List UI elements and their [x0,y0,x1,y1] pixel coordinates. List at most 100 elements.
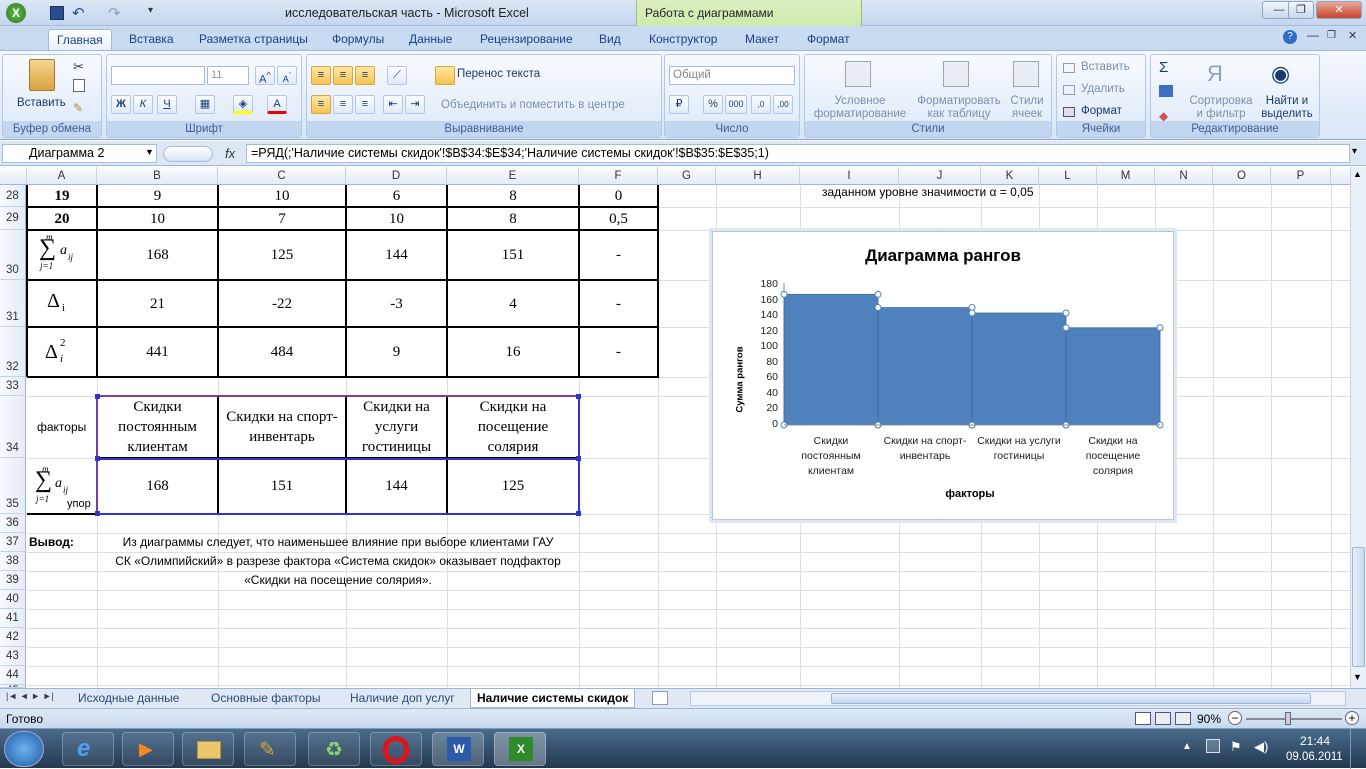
currency-icon[interactable]: ₽ [669,95,689,114]
orientation-icon[interactable]: ⟋ [387,66,407,85]
word-icon[interactable]: W [432,732,484,766]
conclusion-label[interactable]: Вывод: [29,535,74,549]
delete-cells-button[interactable]: Удалить [1081,83,1125,95]
table-cell[interactable]: 151 [447,230,579,280]
customize-qat-icon[interactable]: ▾ [148,5,153,16]
ribbon-close-icon[interactable]: ✕ [1348,29,1357,42]
fill-color-icon[interactable]: ◈ [233,95,253,114]
row-header[interactable]: 32 [0,327,26,377]
cell-styles-button[interactable]: Стили ячеек [1005,95,1049,121]
save-icon[interactable] [50,6,64,20]
row-header[interactable]: 39 [0,571,26,590]
column-header[interactable]: O [1213,167,1271,185]
table-cell[interactable]: - [579,230,658,280]
table-cell[interactable]: 484 [218,327,346,377]
italic-button[interactable]: К [133,95,153,114]
table-cell[interactable]: 19 [27,185,97,207]
chart-object[interactable]: Диаграмма рангов Сумма рангов факторы 02… [710,229,1174,521]
column-header[interactable]: E [447,167,579,185]
zoom-in-icon[interactable]: + [1345,711,1359,725]
table-cell[interactable]: 441 [97,327,218,377]
factor-header-cell[interactable]: Скидки на спорт-инвентарь [220,396,344,458]
scroll-up-icon[interactable]: ▲ [1353,169,1362,179]
significance-note[interactable]: заданном уровне значимости α = 0,05 [822,185,1034,199]
format-cells-button[interactable]: Формат [1081,105,1122,117]
table-cell[interactable]: - [579,280,658,327]
tab-layout[interactable]: Макет [737,29,787,50]
table-cell[interactable]: 144 [346,230,447,280]
row-header[interactable]: 42 [0,628,26,647]
sheet-tab[interactable]: Исходные данные [72,689,185,708]
sort-filter-icon[interactable]: Я [1207,61,1233,87]
insert-function-button[interactable]: fx [225,146,235,161]
selection-point-handle[interactable] [780,290,788,298]
table-cell[interactable]: 6 [346,185,447,207]
close-button[interactable]: ✕ [1316,1,1362,19]
percent-button[interactable]: % [703,95,723,114]
underline-button[interactable]: Ч [157,95,177,114]
table-cell[interactable]: 10 [97,207,218,230]
row-header[interactable]: 35 [0,458,26,514]
factor-value-cell[interactable]: 168 [97,458,218,514]
column-header[interactable]: G [658,167,716,185]
factor-value-cell[interactable]: 125 [447,458,579,514]
name-box[interactable]: Диаграмма 2 [2,144,157,163]
zoom-out-icon[interactable]: − [1228,711,1242,725]
paste-icon[interactable] [29,59,55,91]
merge-center-button[interactable]: Объединить и поместить в центре [441,99,625,111]
table-cell[interactable]: -3 [346,280,447,327]
format-painter-icon[interactable]: ✎ [73,101,83,115]
table-cell[interactable]: -22 [218,280,346,327]
column-header[interactable]: B [97,167,218,185]
chart-resize-handle[interactable]: · [941,515,947,521]
excel-taskbar-icon[interactable]: X [494,732,546,766]
selection-point-handle[interactable] [874,304,882,312]
column-header[interactable]: P [1271,167,1331,185]
chart-resize-handle[interactable]: · [710,372,716,378]
insert-cells-button[interactable]: Вставить [1081,61,1130,73]
page-break-view-icon[interactable] [1175,712,1191,725]
redo-icon[interactable]: ↷ [108,4,121,22]
recycle-app-icon[interactable]: ♻ [308,732,360,766]
row-header[interactable]: 40 [0,590,26,609]
wrap-text-icon[interactable] [435,66,455,85]
align-bottom-icon[interactable]: ≡ [355,66,375,85]
start-button[interactable] [4,731,44,767]
autosum-button[interactable]: Σ [1159,59,1168,76]
conditional-format-icon[interactable] [845,61,871,87]
column-header[interactable]: N [1155,167,1213,185]
tray-flag-icon[interactable]: ⚑ [1230,739,1242,755]
increase-decimal-icon[interactable]: ,0 [751,95,771,114]
table-cell[interactable]: 21 [97,280,218,327]
tab-home[interactable]: Главная [48,29,112,50]
selection-point-handle[interactable] [1062,324,1070,332]
borders-icon[interactable]: ▦ [195,95,215,114]
align-right-icon[interactable]: ≡ [355,95,375,114]
tab-format[interactable]: Формат [799,29,858,50]
selection-point-handle[interactable] [874,290,882,298]
internet-explorer-icon[interactable]: e [62,732,114,766]
row-header[interactable]: 28 [0,185,26,207]
tab-review[interactable]: Рецензирование [472,29,581,50]
selection-point-handle[interactable] [1062,309,1070,317]
table-cell[interactable]: 125 [218,230,346,280]
area-segment[interactable] [783,293,879,426]
column-header[interactable]: F [579,167,658,185]
table-cell[interactable]: 10 [346,207,447,230]
bold-button[interactable]: Ж [111,95,131,114]
tab-formulas[interactable]: Формулы [324,29,392,50]
thousands-button[interactable]: 000 [725,95,747,114]
font-name-box[interactable] [111,66,205,85]
restore-button[interactable]: ❐ [1288,1,1314,19]
excel-logo-icon[interactable]: X [6,3,26,23]
tray-volume-icon[interactable]: ◀) [1254,739,1268,755]
sheet-tab[interactable]: Наличие доп услуг [344,689,461,708]
tray-time[interactable]: 21:44 [1300,734,1330,748]
table-cell[interactable]: 168 [97,230,218,280]
factor-header-cell[interactable]: Скидки постоянным клиентам [99,396,216,458]
tab-insert[interactable]: Вставка [121,29,182,50]
factor-header-cell[interactable]: Скидки на услуги гостиницы [348,396,445,458]
format-table-icon[interactable] [943,61,969,87]
column-header[interactable]: M [1097,167,1155,185]
conclusion-line[interactable]: «Скидки на посещение солярия». [97,573,579,587]
